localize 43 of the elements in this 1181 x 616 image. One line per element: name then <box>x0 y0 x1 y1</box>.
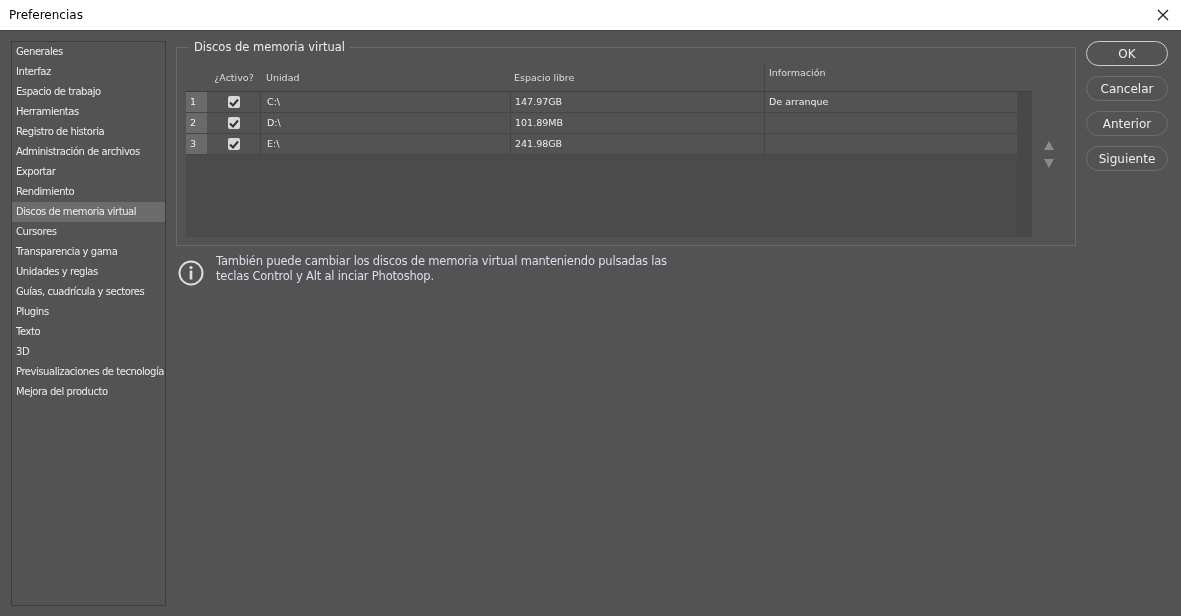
sidebar-item[interactable]: Transparencia y gama <box>12 242 165 262</box>
sidebar-item[interactable]: Espacio de trabajo <box>12 82 165 102</box>
sidebar-item[interactable]: Unidades y reglas <box>12 262 165 282</box>
dialog-button[interactable]: OK <box>1086 41 1168 66</box>
dialog-button[interactable]: Cancelar <box>1086 76 1168 101</box>
sidebar-item[interactable]: Administración de archivos <box>12 142 165 162</box>
table-cell: 147.97GB <box>510 92 764 112</box>
sidebar-item[interactable]: Exportar <box>12 162 165 182</box>
sidebar-item[interactable]: Registro de historia <box>12 122 165 142</box>
sidebar-item[interactable]: Rendimiento <box>12 182 165 202</box>
info-icon <box>178 260 204 286</box>
window-title: Preferencias <box>9 8 83 22</box>
row-number: 3 <box>186 134 207 154</box>
table-cell: 241.98GB <box>510 134 764 154</box>
info-text: También puede cambiar los discos de memoria virtual manteniendo pulsadas las teclas Control y Alt al inciar Photoshop. <box>216 254 668 285</box>
sidebar-item[interactable]: Interfaz <box>12 62 165 82</box>
sidebar-item[interactable]: Mejora del producto <box>12 382 165 402</box>
sidebar-item[interactable]: Plugins <box>12 302 165 322</box>
dialog-button[interactable]: Anterior <box>1086 111 1168 136</box>
checkbox[interactable] <box>228 138 240 150</box>
column-header: ¿Activo? <box>213 71 255 83</box>
table-cell: 101.89MB <box>510 113 764 133</box>
table-cell: D:\ <box>260 113 510 133</box>
dialog-button[interactable]: Siguiente <box>1086 146 1168 171</box>
sidebar-item[interactable]: Herramientas <box>12 102 165 122</box>
checkbox[interactable] <box>228 117 240 129</box>
sidebar-item[interactable]: Guías, cuadrícula y sectores <box>12 282 165 302</box>
sidebar-item[interactable]: Cursores <box>12 222 165 242</box>
checkbox[interactable] <box>228 96 240 108</box>
sidebar-item[interactable]: Discos de memoria virtual <box>12 202 165 222</box>
group-title: Discos de memoria virtual <box>189 40 350 54</box>
column-header: Espacio libre <box>513 71 576 83</box>
table-cell: De arranque <box>769 96 829 107</box>
row-number: 2 <box>186 113 207 133</box>
sidebar-item[interactable]: 3D <box>12 342 165 362</box>
table-cell: C:\ <box>260 92 510 112</box>
sidebar-item[interactable]: Texto <box>12 322 165 342</box>
row-number: 1 <box>186 92 207 112</box>
close-icon[interactable] <box>1157 9 1169 21</box>
table-cell: E:\ <box>260 134 510 154</box>
sidebar-item[interactable]: Generales <box>12 42 165 62</box>
column-header: Unidad <box>265 71 301 83</box>
sidebar-item[interactable]: Previsualizaciones de tecnología <box>12 362 165 382</box>
